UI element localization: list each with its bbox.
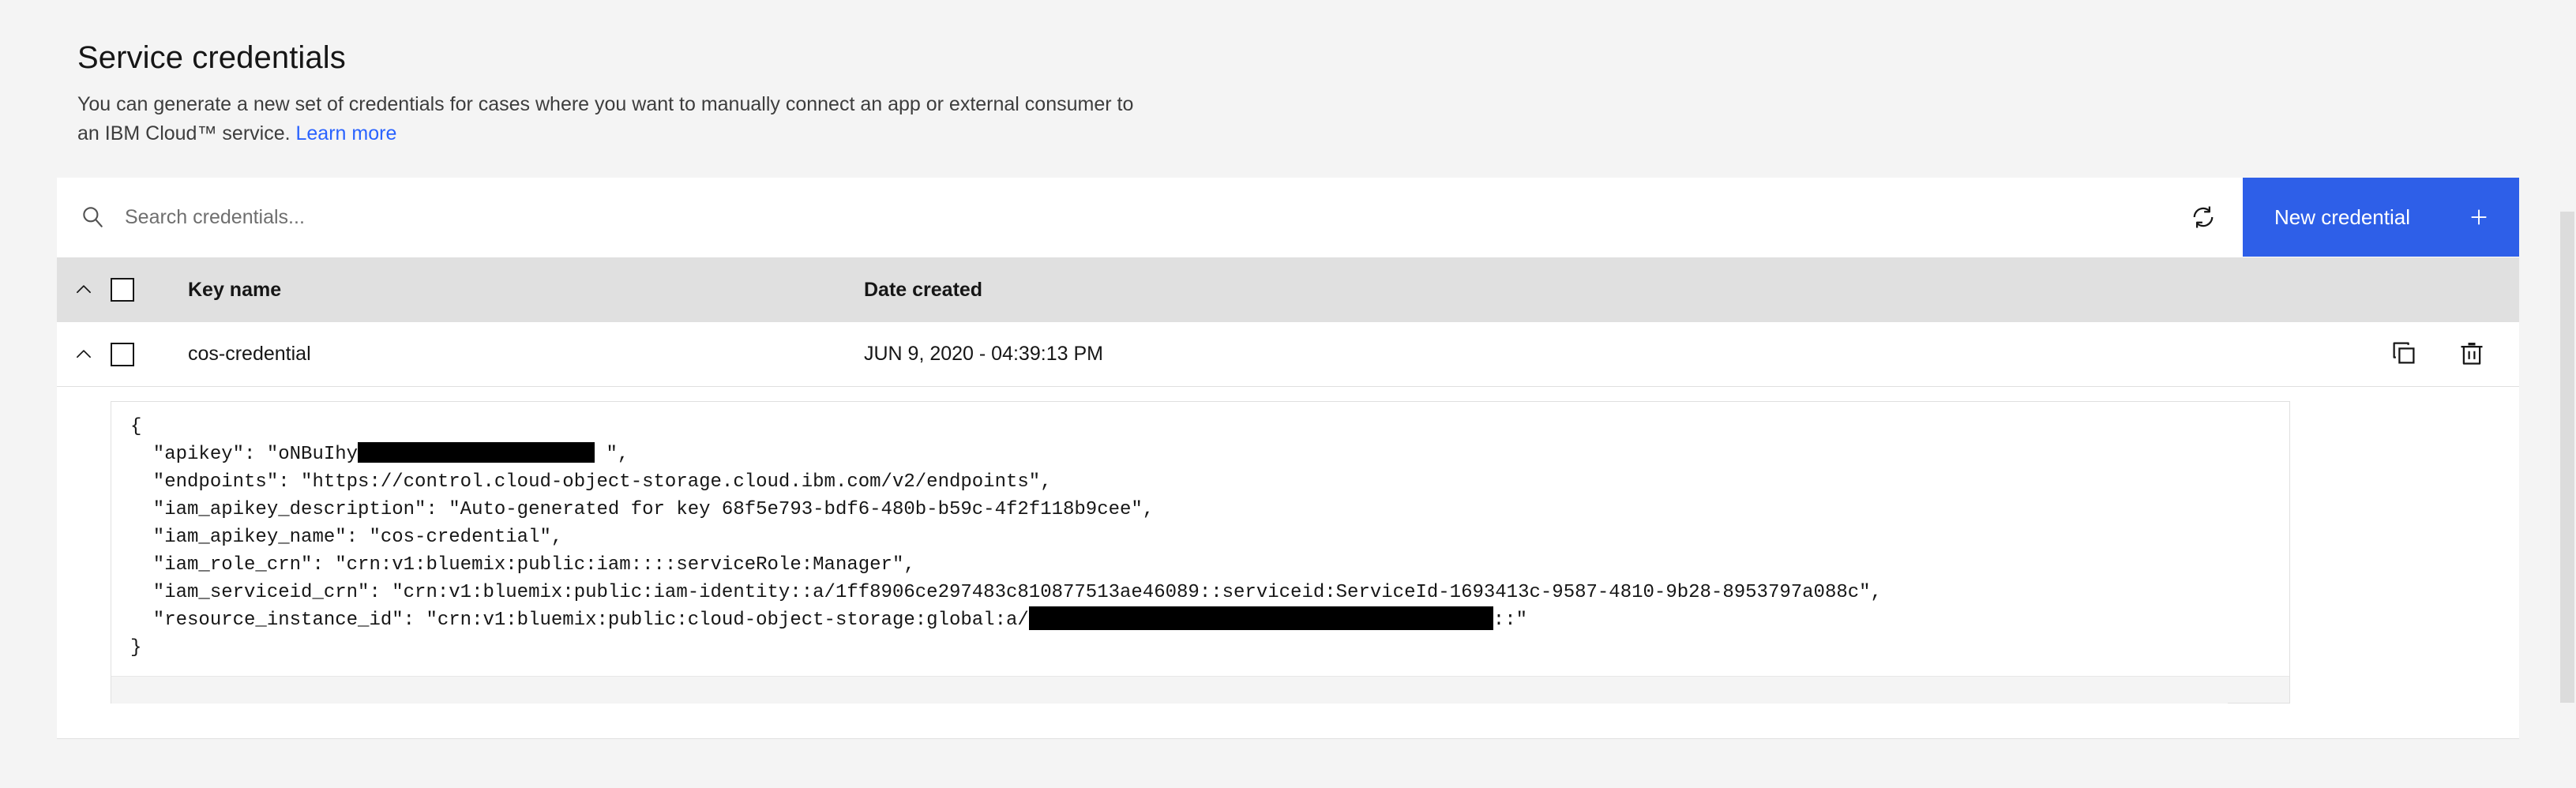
table-row[interactable]: cos-credential JUN 9, 2020 - 04:39:13 PM bbox=[57, 322, 2519, 387]
page-description: You can generate a new set of credential… bbox=[77, 90, 1309, 148]
credential-json-box: { "apikey": "oNBuIhy ", "endpoints": "ht… bbox=[111, 401, 2290, 704]
learn-more-link[interactable]: Learn more bbox=[296, 122, 397, 144]
refresh-button[interactable] bbox=[2164, 178, 2243, 257]
code-bottom-padding bbox=[111, 704, 2492, 738]
column-header-key-name[interactable]: Key name bbox=[161, 279, 864, 302]
search-icon bbox=[79, 204, 106, 231]
code-text: "resource_instance_id": "crn:v1:bluemix:… bbox=[130, 610, 1029, 631]
code-text: ", bbox=[595, 444, 629, 465]
row-expand-toggle[interactable] bbox=[57, 344, 111, 365]
code-line: "iam_role_crn": "crn:v1:bluemix:public:i… bbox=[130, 554, 915, 576]
search-container bbox=[57, 178, 2164, 257]
code-line: "endpoints": "https://control.cloud-obje… bbox=[130, 471, 1052, 493]
new-credential-label: New credential bbox=[2274, 205, 2410, 229]
chevron-up-icon bbox=[73, 344, 94, 365]
page-description-line2: an IBM Cloud™ service. bbox=[77, 122, 291, 144]
code-line: { bbox=[130, 416, 142, 437]
page-description-line1: You can generate a new set of credential… bbox=[77, 93, 1134, 115]
code-line: "resource_instance_id": "crn:v1:bluemix:… bbox=[130, 606, 2270, 634]
page-scrollbar-thumb[interactable] bbox=[2560, 212, 2574, 703]
row-date-created: JUN 9, 2020 - 04:39:13 PM bbox=[864, 343, 1103, 365]
credential-json-text[interactable]: { "apikey": "oNBuIhy ", "endpoints": "ht… bbox=[111, 413, 2289, 670]
row-actions bbox=[2388, 339, 2519, 370]
page-title: Service credentials bbox=[77, 40, 346, 75]
trash-icon bbox=[2458, 339, 2486, 370]
select-all-checkbox-cell bbox=[111, 278, 161, 302]
code-line: "iam_serviceid_crn": "crn:v1:bluemix:pub… bbox=[130, 582, 1882, 603]
redaction-bar bbox=[358, 441, 595, 463]
page-header: Service credentials You can generate a n… bbox=[0, 0, 2576, 148]
expand-all-toggle[interactable] bbox=[57, 280, 111, 300]
service-credentials-page: Service credentials You can generate a n… bbox=[0, 0, 2576, 788]
credential-json-area: { "apikey": "oNBuIhy ", "endpoints": "ht… bbox=[57, 387, 2519, 738]
delete-button[interactable] bbox=[2456, 339, 2488, 370]
credentials-card: New credential bbox=[57, 178, 2519, 738]
redaction-bar bbox=[1028, 606, 1493, 630]
code-line: "apikey": "oNBuIhy ", bbox=[130, 441, 2270, 468]
copy-icon bbox=[2390, 339, 2418, 370]
code-line: "iam_apikey_description": "Auto-generate… bbox=[130, 499, 1155, 520]
code-line: "iam_apikey_name": "cos-credential", bbox=[130, 527, 563, 548]
credentials-toolbar: New credential bbox=[57, 178, 2519, 257]
page-scrollbar[interactable] bbox=[2559, 0, 2576, 788]
refresh-icon bbox=[2189, 203, 2217, 231]
select-all-checkbox[interactable] bbox=[111, 278, 134, 302]
plus-icon bbox=[2467, 205, 2491, 229]
search-input[interactable] bbox=[125, 178, 2164, 257]
new-credential-button[interactable]: New credential bbox=[2243, 178, 2519, 257]
table-header-row: Key name Date created bbox=[57, 257, 2519, 322]
code-line: } bbox=[130, 637, 142, 659]
row-key-name: cos-credential bbox=[188, 343, 311, 365]
chevron-up-icon bbox=[73, 280, 94, 300]
column-header-date-created[interactable]: Date created bbox=[864, 279, 2519, 302]
code-text: ::" bbox=[1493, 610, 1528, 631]
code-horizontal-scrollbar[interactable] bbox=[111, 676, 2289, 704]
row-checkbox[interactable] bbox=[111, 342, 134, 366]
code-text: "apikey": "oNBuIhy bbox=[130, 444, 359, 465]
copy-button[interactable] bbox=[2388, 339, 2420, 370]
row-checkbox-cell bbox=[111, 342, 161, 366]
code-scrollbar-thumb[interactable] bbox=[111, 677, 2228, 704]
